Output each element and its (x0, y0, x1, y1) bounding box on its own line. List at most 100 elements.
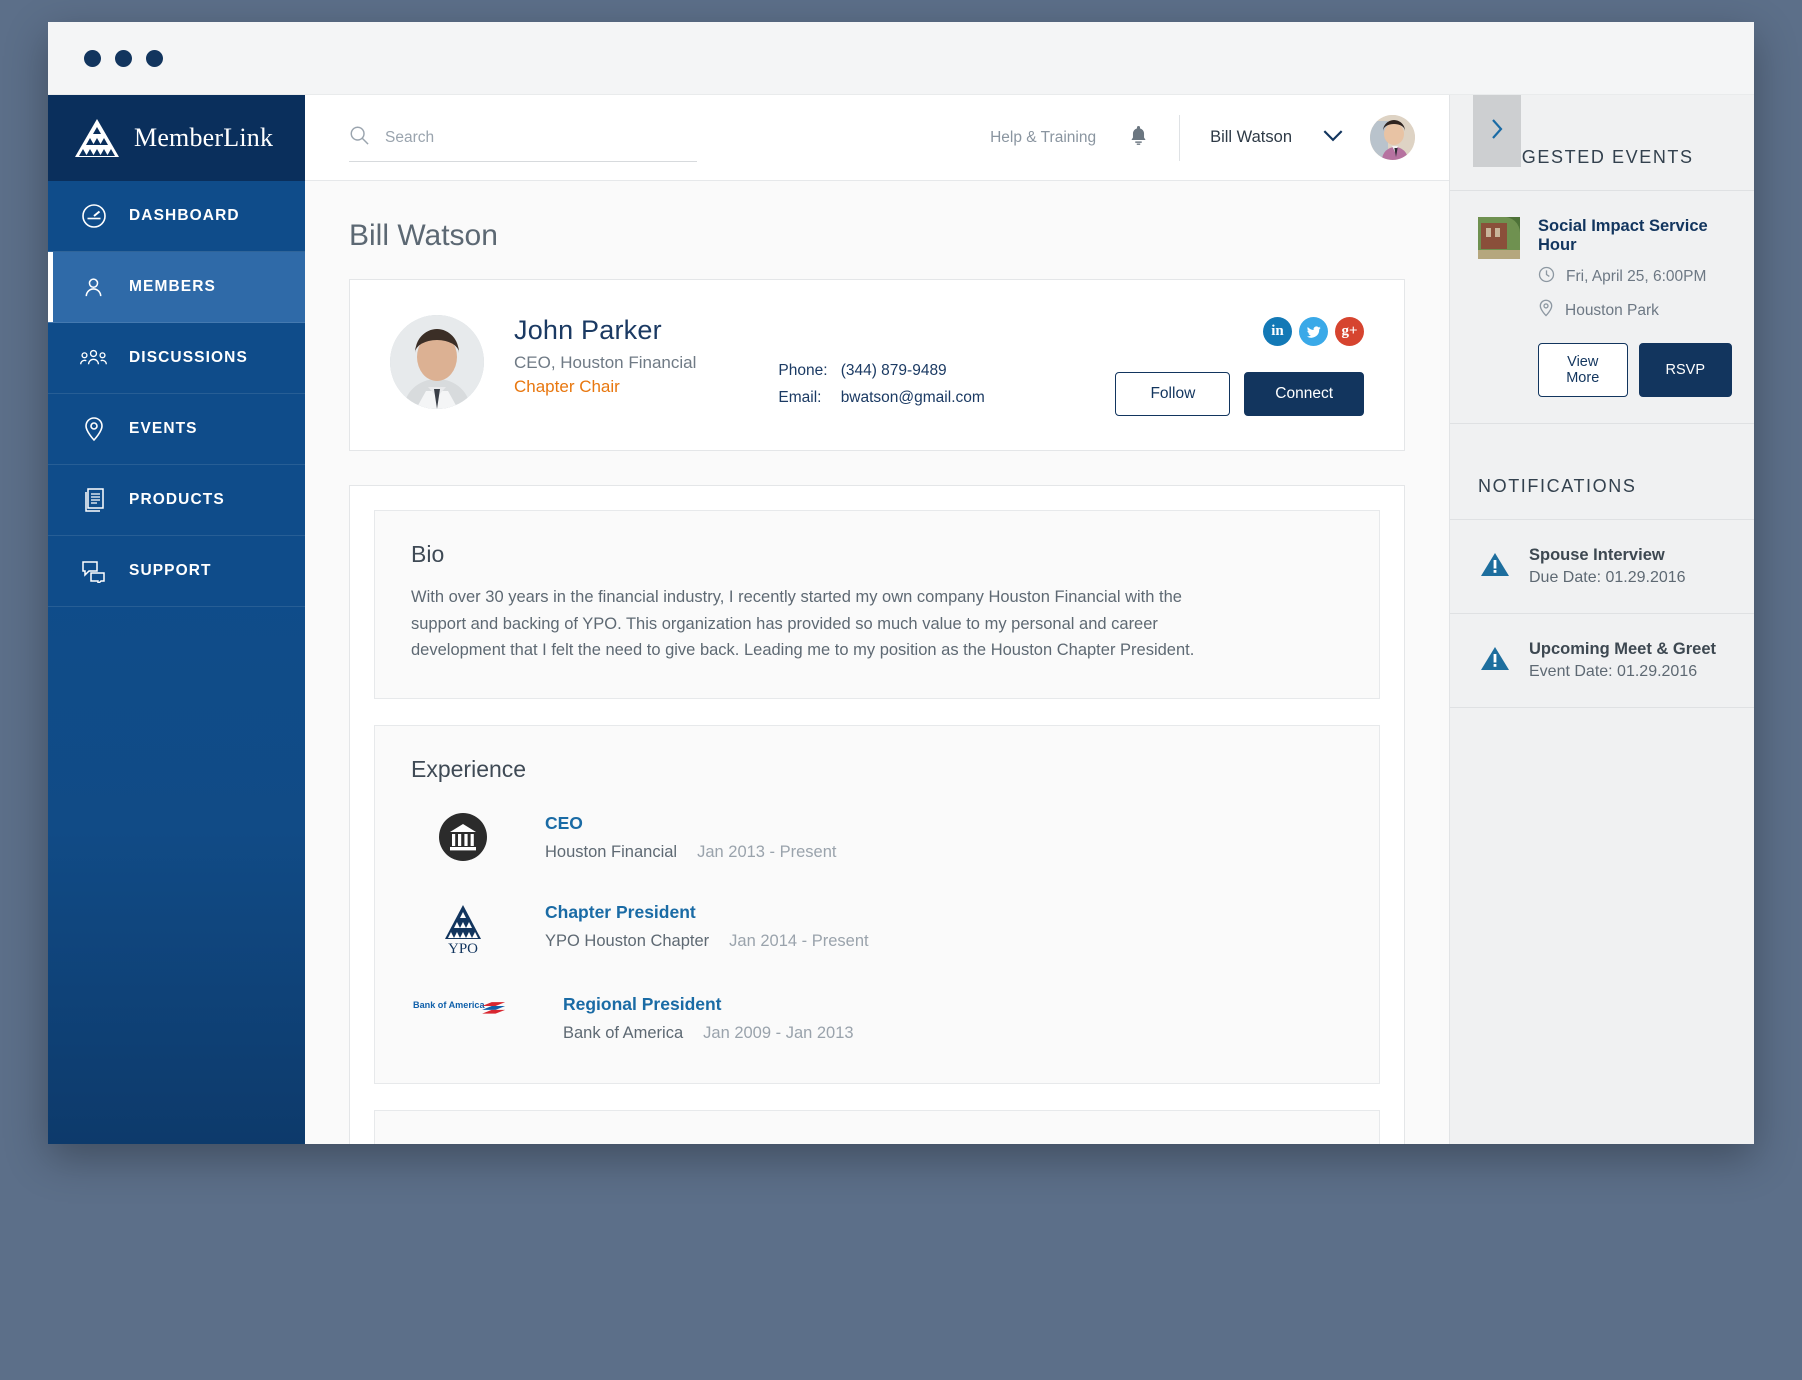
follow-button[interactable]: Follow (1115, 372, 1231, 416)
experience-job-title[interactable]: CEO (545, 813, 837, 834)
suggested-event-card: Social Impact Service Hour Fri, April 25… (1450, 191, 1754, 423)
notification-text: Upcoming Meet & Greet Event Date: 01.29.… (1529, 640, 1716, 681)
bank-of-america-logo-icon: Bank of America (413, 994, 509, 1018)
experience-item: YPO Chapter President YPO Houston Chapte… (411, 902, 1343, 954)
search-container[interactable] (349, 125, 697, 162)
connections-panel: Connections 533 Connections (374, 1110, 1380, 1144)
rsvp-button[interactable]: RSVP (1638, 343, 1732, 397)
profile-row: John Parker CEO, Houston Financial Chapt… (350, 280, 1404, 450)
speedometer-icon (80, 203, 107, 230)
notification-date: Due Date: 01.29.2016 (1529, 569, 1686, 586)
event-buttons: View More RSVP (1538, 343, 1732, 397)
connections-title: Connections (411, 1141, 1343, 1144)
bio-title: Bio (411, 541, 445, 567)
ypo-logo-icon: YPO (435, 902, 491, 954)
notification-item[interactable]: Spouse Interview Due Date: 01.29.2016 (1450, 520, 1754, 613)
notification-text: Spouse Interview Due Date: 01.29.2016 (1529, 546, 1686, 587)
phone-label: Phone: (778, 362, 828, 379)
sidebar-item-members[interactable]: MEMBERS (48, 252, 305, 323)
warning-triangle-icon (1480, 551, 1510, 583)
window-titlebar (48, 22, 1754, 95)
notification-title: Spouse Interview (1529, 546, 1665, 564)
experience-dates: Jan 2014 - Present (729, 932, 869, 951)
experience-job-title[interactable]: Chapter President (545, 902, 869, 923)
googleplus-icon[interactable]: g+ (1335, 317, 1364, 346)
experience-company: Bank of America (563, 1024, 684, 1043)
experience-panel: Experience CEO Houston Financial Jan 201… (374, 725, 1380, 1085)
profile-card: John Parker CEO, Houston Financial Chapt… (349, 279, 1405, 451)
event-photo (1478, 217, 1520, 259)
sidebar-item-products[interactable]: PRODUCTS (48, 465, 305, 536)
divider (1450, 707, 1754, 708)
experience-dates: Jan 2013 - Present (697, 843, 837, 862)
twitter-icon[interactable] (1299, 317, 1328, 346)
content-scroll-area[interactable]: Bill Watson John Parker CEO, Houston Fin… (305, 181, 1449, 1144)
notifications-heading: NOTIFICATIONS (1478, 476, 1637, 496)
email-label: Email: (778, 389, 822, 407)
sidebar-item-dashboard[interactable]: DASHBOARD (48, 181, 305, 252)
experience-company: YPO Houston Chapter (545, 932, 710, 951)
event-date-row: Fri, April 25, 6:00PM (1538, 266, 1732, 288)
rail-collapse-toggle[interactable] (1473, 95, 1521, 167)
chat-bubbles-icon (80, 558, 107, 585)
sidebar-label-dashboard: DASHBOARD (129, 207, 240, 224)
connect-button[interactable]: Connect (1244, 372, 1364, 416)
minimize-dot[interactable] (115, 49, 132, 67)
experience-list: CEO Houston Financial Jan 2013 - Present (411, 813, 1343, 1043)
browser-window: MemberLink DASHBOARD MEMBERS DISCUSSIONS… (48, 22, 1754, 1144)
sidebar-item-discussions[interactable]: DISCUSSIONS (48, 323, 305, 394)
profile-role: CEO, Houston Financial (514, 353, 697, 372)
profile-buttons: Follow Connect (1115, 372, 1364, 416)
search-icon (349, 125, 369, 150)
user-menu-name[interactable]: Bill Watson (1210, 128, 1292, 147)
sidebar-item-events[interactable]: EVENTS (48, 394, 305, 465)
search-input[interactable] (385, 128, 697, 147)
experience-job-title[interactable]: Regional President (563, 994, 854, 1015)
brand-name: MemberLink (134, 123, 274, 152)
maximize-dot[interactable] (146, 49, 163, 67)
screenshot-stage: MemberLink DASHBOARD MEMBERS DISCUSSIONS… (0, 0, 1802, 1380)
linkedin-icon[interactable]: in (1263, 317, 1292, 346)
experience-body: CEO Houston Financial Jan 2013 - Present (545, 813, 837, 862)
brand-header[interactable]: MemberLink (48, 95, 305, 181)
header-divider (1179, 114, 1181, 161)
email-value[interactable]: bwatson@gmail.com (841, 389, 985, 406)
phone-row: Phone: (344) 879-9489 (778, 357, 984, 384)
notification-date: Event Date: 01.29.2016 (1529, 663, 1698, 680)
email-row: Email: bwatson@gmail.com (778, 384, 984, 411)
sidebar-item-support[interactable]: SUPPORT (48, 536, 305, 607)
profile-name: John Parker (514, 315, 662, 345)
top-navigation-bar: Help & Training Bill Watson (305, 95, 1449, 181)
bio-text: With over 30 years in the financial indu… (411, 588, 1195, 660)
window-controls[interactable] (84, 49, 163, 67)
main-content: Help & Training Bill Watson (305, 95, 1449, 1144)
map-pin-icon (80, 416, 107, 443)
sections-wrapper: Bio With over 30 years in the financial … (350, 486, 1404, 1144)
close-dot[interactable] (84, 49, 101, 67)
view-more-button[interactable]: View More (1538, 343, 1628, 397)
avatar[interactable] (1370, 115, 1415, 160)
notification-item[interactable]: Upcoming Meet & Greet Event Date: 01.29.… (1450, 614, 1754, 707)
sidebar-label-members: MEMBERS (129, 278, 216, 295)
map-pin-icon (1538, 299, 1554, 322)
people-group-icon (80, 345, 107, 372)
bank-building-icon (435, 813, 491, 862)
window-body: MemberLink DASHBOARD MEMBERS DISCUSSIONS… (48, 95, 1754, 1144)
experience-meta: Houston Financial Jan 2013 - Present (545, 843, 837, 862)
bell-icon[interactable] (1128, 124, 1149, 152)
experience-item: Bank of America Regional President Bank … (411, 994, 1343, 1043)
sidebar-label-support: SUPPORT (129, 562, 212, 579)
clock-icon (1538, 266, 1555, 288)
sidebar-label-events: EVENTS (129, 420, 198, 437)
person-icon (80, 274, 107, 301)
event-location: Houston Park (1565, 301, 1659, 319)
sidebar-filler (48, 607, 305, 1144)
svg-text:YPO: YPO (448, 941, 478, 954)
chevron-right-icon (1490, 118, 1504, 145)
chevron-down-icon[interactable] (1322, 129, 1344, 147)
bio-panel: Bio With over 30 years in the financial … (374, 510, 1380, 700)
help-and-training-link[interactable]: Help & Training (990, 129, 1096, 147)
ypo-triangle-logo-icon (74, 118, 120, 158)
event-title[interactable]: Social Impact Service Hour (1538, 217, 1732, 255)
social-links: in g+ (1263, 317, 1364, 346)
